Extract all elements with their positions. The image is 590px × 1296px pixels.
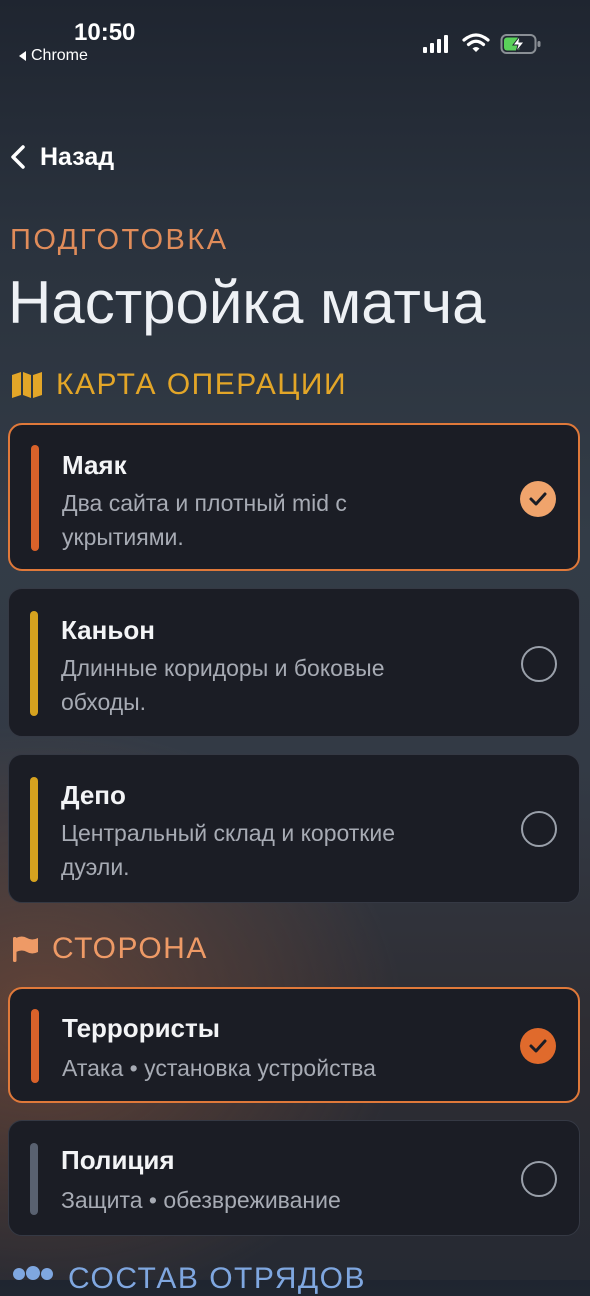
option-name: Каньон: [61, 615, 155, 645]
option-color-bar: [31, 1009, 39, 1083]
checkmark-icon: [520, 481, 556, 517]
back-label: Назад: [40, 142, 115, 171]
option-description: Атака • установка устройства: [62, 1055, 376, 1081]
option-description: Защита • обезвреживание: [61, 1187, 341, 1213]
map-icon: [12, 372, 42, 398]
option-color-bar: [31, 445, 39, 551]
side-option-terrorists[interactable]: Террористы Атака • установка устройства: [8, 987, 580, 1103]
back-button[interactable]: Назад: [8, 142, 114, 172]
radio-button[interactable]: [521, 811, 557, 847]
people-icon: [13, 1266, 53, 1280]
squad-section-title: СОСТАВ ОТРЯДОВ: [68, 1262, 367, 1295]
squad-section-header: СОСТАВ ОТРЯДОВ: [10, 1262, 366, 1296]
radio-button[interactable]: [521, 1161, 557, 1197]
wifi-icon: [462, 33, 490, 52]
map-section-header: КАРТА ОПЕРАЦИИ: [10, 368, 347, 402]
option-name: Депо: [61, 780, 126, 810]
map-section-title: КАРТА ОПЕРАЦИИ: [56, 368, 348, 401]
side-option-police[interactable]: Полиция Защита • обезвреживание: [8, 1120, 580, 1236]
option-color-bar: [30, 777, 38, 882]
page-eyebrow: ПОДГОТОВКА: [10, 224, 229, 256]
radio-button[interactable]: [521, 646, 557, 682]
option-color-bar: [30, 611, 38, 716]
side-section-title: СТОРОНА: [52, 932, 208, 965]
back-app-label: Chrome: [31, 47, 88, 64]
battery-icon: [500, 34, 541, 54]
map-option-depo[interactable]: Депо Центральный склад и короткие дуэли.: [8, 754, 580, 903]
map-option-mayak[interactable]: Маяк Два сайта и плотный mid с укрытиями…: [8, 423, 580, 571]
status-bar: 10:50 Chrome: [0, 0, 590, 80]
status-time: 10:50: [74, 19, 136, 46]
option-description: Два сайта и плотный mid с укрытиями.: [62, 490, 347, 550]
option-color-bar: [30, 1143, 38, 1215]
option-name: Полиция: [61, 1145, 175, 1175]
option-description: Длинные коридоры и боковые обходы.: [61, 655, 385, 715]
map-option-kanon[interactable]: Каньон Длинные коридоры и боковые обходы…: [8, 588, 580, 737]
checkmark-icon: [520, 1028, 556, 1064]
signal-icon: [423, 33, 448, 53]
page-title: Настройка матча: [8, 269, 486, 336]
flag-icon: [13, 936, 38, 962]
side-section-header: СТОРОНА: [10, 932, 208, 966]
chevron-left-icon: [11, 145, 25, 169]
back-to-app[interactable]: Chrome: [19, 47, 88, 65]
option-name: Маяк: [62, 450, 127, 480]
option-name: Террористы: [62, 1013, 220, 1043]
back-triangle-icon: [19, 51, 26, 61]
option-description: Центральный склад и короткие дуэли.: [61, 820, 396, 880]
